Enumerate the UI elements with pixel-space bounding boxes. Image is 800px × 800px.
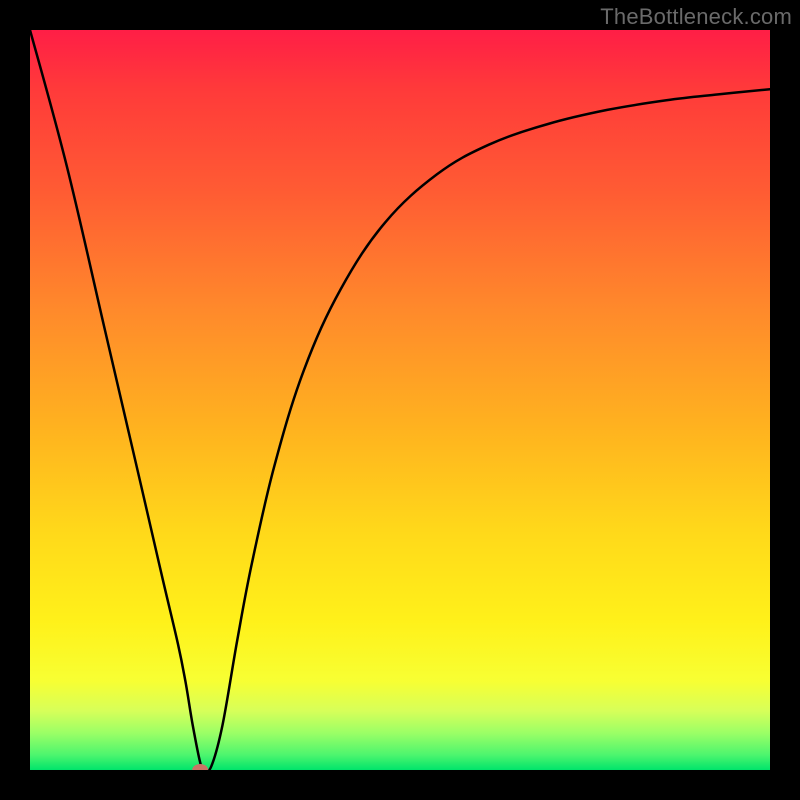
watermark-text: TheBottleneck.com <box>600 4 792 30</box>
chart-svg <box>30 30 770 770</box>
chart-frame: TheBottleneck.com <box>0 0 800 800</box>
bottleneck-curve <box>30 30 770 770</box>
plot-area <box>30 30 770 770</box>
curve-min-marker <box>192 764 208 770</box>
